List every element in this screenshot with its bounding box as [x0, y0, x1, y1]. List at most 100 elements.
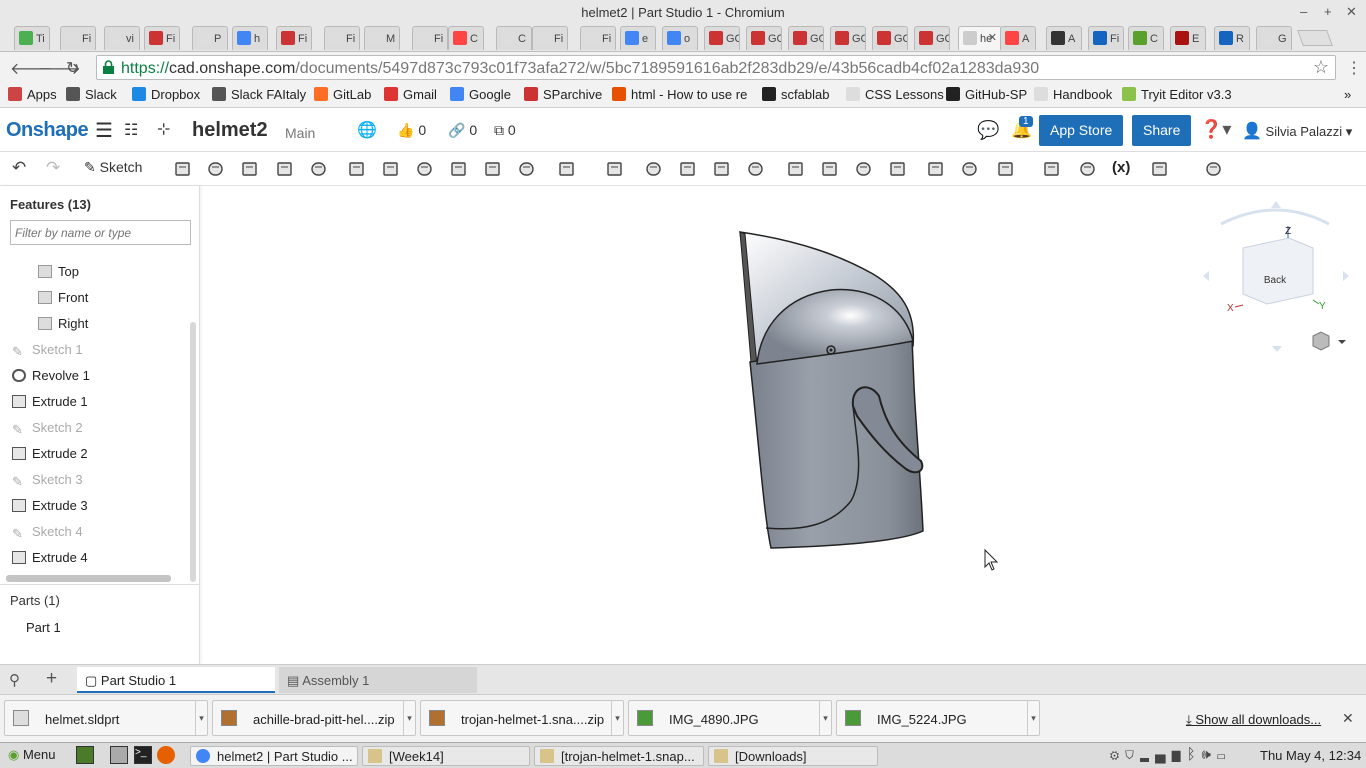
- browser-tab[interactable]: h: [232, 26, 268, 50]
- download-menu-icon[interactable]: ▾: [1027, 701, 1039, 735]
- tab-assembly[interactable]: ▤ Assembly 1: [279, 667, 477, 693]
- browser-tab[interactable]: Fi: [324, 26, 360, 50]
- fillet-icon[interactable]: [347, 159, 367, 179]
- rib-icon[interactable]: [449, 159, 469, 179]
- bookmark-item[interactable]: Slack: [66, 87, 117, 102]
- browser-tab[interactable]: vi: [104, 26, 140, 50]
- browser-tab[interactable]: R: [1214, 26, 1250, 50]
- redo-icon[interactable]: ↷: [46, 158, 60, 178]
- browser-tab[interactable]: Fi: [1088, 26, 1124, 50]
- taskbar-window[interactable]: [Week14]: [362, 746, 530, 766]
- browser-tab[interactable]: Fi: [532, 26, 568, 50]
- browser-tab[interactable]: Ti: [14, 26, 50, 50]
- browser-tab[interactable]: GC T: [830, 26, 866, 50]
- plane-icon[interactable]: [960, 159, 980, 179]
- add-custom-feature-icon[interactable]: [1204, 159, 1224, 179]
- terminal-launcher-icon[interactable]: >_: [134, 746, 152, 764]
- filter-input[interactable]: [10, 220, 191, 245]
- browser-tab[interactable]: Fi: [144, 26, 180, 50]
- chat-icon[interactable]: 💬: [977, 120, 999, 141]
- derived-icon[interactable]: [1078, 159, 1098, 179]
- maximize-icon[interactable]: +: [1324, 4, 1332, 19]
- helix-icon[interactable]: [996, 159, 1016, 179]
- download-item[interactable]: achille-brad-pitt-hel....zip ▾: [212, 700, 416, 736]
- browser-tab[interactable]: C: [448, 26, 484, 50]
- close-window-icon[interactable]: ✕: [1346, 4, 1357, 20]
- show-all-downloads-link[interactable]: ⤓ Show all downloads...: [1186, 712, 1321, 728]
- move-face-icon[interactable]: [854, 159, 874, 179]
- feature-item[interactable]: ✎ Sketch 1: [12, 342, 83, 359]
- bookmark-item[interactable]: Tryit Editor v3.3: [1122, 87, 1232, 102]
- boolean-icon[interactable]: [644, 159, 664, 179]
- download-item[interactable]: IMG_4890.JPG ▾: [628, 700, 832, 736]
- view-cube[interactable]: Back Z X Y: [1203, 201, 1349, 352]
- pattern-icon[interactable]: [557, 159, 577, 179]
- download-menu-icon[interactable]: ▾: [819, 701, 831, 735]
- tab-manager-icon[interactable]: ⚲: [9, 671, 20, 689]
- undo-icon[interactable]: ↶: [12, 158, 26, 178]
- mirror-icon[interactable]: [605, 159, 625, 179]
- bookmark-item[interactable]: Handbook: [1034, 87, 1112, 102]
- browser-tab[interactable]: Fi: [412, 26, 448, 50]
- thicken-icon[interactable]: [309, 159, 329, 179]
- browser-tab[interactable]: C: [1128, 26, 1164, 50]
- close-downloads-icon[interactable]: ✕: [1342, 710, 1354, 727]
- delete-face-icon[interactable]: [820, 159, 840, 179]
- browser-tab[interactable]: G: [1256, 26, 1292, 50]
- shell-icon[interactable]: [483, 159, 503, 179]
- feature-list-scrollbar[interactable]: [190, 322, 196, 582]
- feature-list-icon[interactable]: ☷: [124, 120, 138, 140]
- plane-item[interactable]: Front: [38, 290, 88, 305]
- delete-part-icon[interactable]: [746, 159, 766, 179]
- more-bookmarks-icon[interactable]: »: [1344, 87, 1351, 102]
- download-item[interactable]: IMG_5224.JPG ▾: [836, 700, 1040, 736]
- browser-tab[interactable]: C: [496, 26, 532, 50]
- bookmark-item[interactable]: CSS Lessons: [846, 87, 944, 102]
- browser-tab[interactable]: M: [364, 26, 400, 50]
- browser-tab[interactable]: Fi: [580, 26, 616, 50]
- insert-icon[interactable]: ⊹: [157, 119, 170, 139]
- replace-face-icon[interactable]: [888, 159, 908, 179]
- browser-tab[interactable]: GC S: [746, 26, 782, 50]
- bookmark-item[interactable]: Apps: [8, 87, 57, 102]
- url-bar[interactable]: https://cad.onshape.com/documents/5497d8…: [96, 55, 1336, 80]
- feature-item[interactable]: Extrude 4: [12, 550, 88, 565]
- download-menu-icon[interactable]: ▾: [611, 701, 623, 735]
- taskbar-window[interactable]: [trojan-helmet-1.snap...: [534, 746, 704, 766]
- tab-part-studio[interactable]: ▢ Part Studio 1: [77, 667, 275, 693]
- feature-item[interactable]: ✎ Sketch 2: [12, 420, 83, 437]
- split-icon[interactable]: [678, 159, 698, 179]
- browser-tab[interactable]: P: [192, 26, 228, 50]
- plane-item[interactable]: Right: [38, 316, 88, 331]
- reload-icon[interactable]: ↻: [66, 58, 79, 78]
- part-item[interactable]: Part 1: [26, 620, 61, 635]
- browser-tab[interactable]: he ✕: [958, 26, 1002, 50]
- hamburger-menu-icon[interactable]: ☰: [95, 118, 113, 143]
- browser-tab[interactable]: e: [620, 26, 656, 50]
- minimize-icon[interactable]: ‒: [1300, 4, 1307, 19]
- hole-icon[interactable]: [517, 159, 537, 179]
- bookmark-star-icon[interactable]: ☆: [1313, 57, 1329, 78]
- chamfer-icon[interactable]: [381, 159, 401, 179]
- new-tab-button[interactable]: [1297, 30, 1333, 46]
- user-menu[interactable]: 👤 Silvia Palazzi ▾: [1242, 121, 1352, 141]
- browser-tab[interactable]: GC h: [704, 26, 740, 50]
- bookmark-item[interactable]: GitLab: [314, 87, 371, 102]
- feature-item[interactable]: Extrude 1: [12, 394, 88, 409]
- globe-icon[interactable]: 🌐: [357, 120, 377, 140]
- browser-menu-icon[interactable]: ⋮: [1346, 58, 1362, 78]
- bookmark-item[interactable]: Google: [450, 87, 511, 102]
- sweep-icon[interactable]: [240, 159, 260, 179]
- onshape-logo[interactable]: Onshape: [6, 119, 89, 142]
- download-menu-icon[interactable]: ▾: [195, 701, 207, 735]
- start-menu-button[interactable]: ◉ Menu: [8, 747, 56, 763]
- system-tray[interactable]: ⚙⛉▂▄▆ᛒ🕪▭: [1110, 746, 1232, 763]
- browser-tab[interactable]: E: [1170, 26, 1206, 50]
- add-tab-icon[interactable]: +: [46, 668, 57, 690]
- feature-item[interactable]: Extrude 3: [12, 498, 88, 513]
- feature-list-hscrollbar[interactable]: [6, 575, 171, 582]
- offset-surface-icon[interactable]: [926, 159, 946, 179]
- links-button[interactable]: 🔗 0: [448, 122, 477, 139]
- bookmark-item[interactable]: scfablab: [762, 87, 829, 102]
- bookmark-item[interactable]: Dropbox: [132, 87, 200, 102]
